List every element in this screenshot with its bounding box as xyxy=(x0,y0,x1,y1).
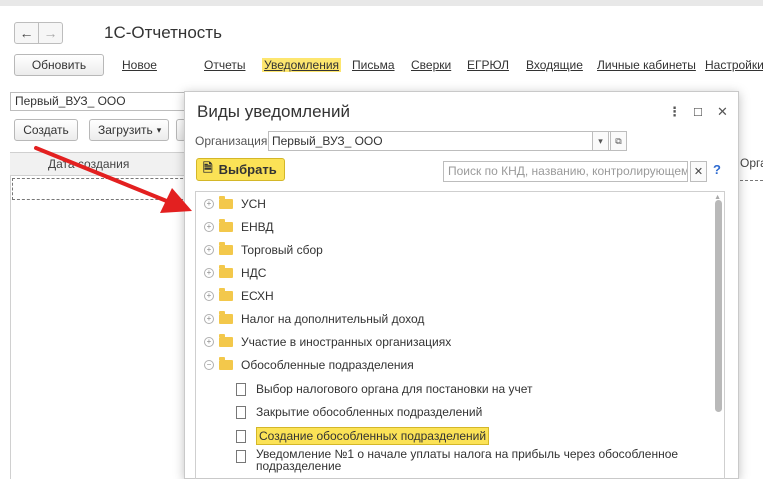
arrow-line xyxy=(34,146,176,206)
annotation-arrow xyxy=(34,146,192,213)
